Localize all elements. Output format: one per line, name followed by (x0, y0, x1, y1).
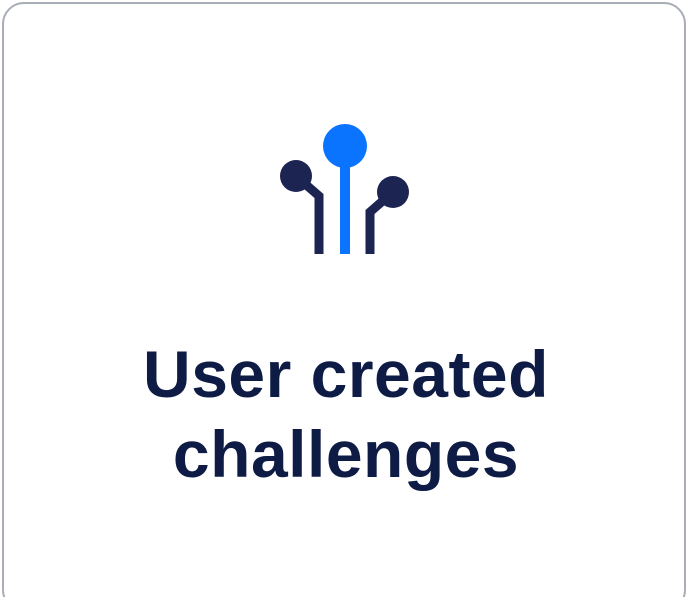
circuit-nodes-icon (280, 124, 409, 254)
center-connector (340, 146, 350, 254)
challenge-card[interactable]: User created challenges (2, 2, 686, 597)
card-title-line-2: challenges (172, 417, 520, 491)
card-title: User created challenges (4, 334, 688, 494)
card-title-line-1: User created (143, 337, 549, 411)
